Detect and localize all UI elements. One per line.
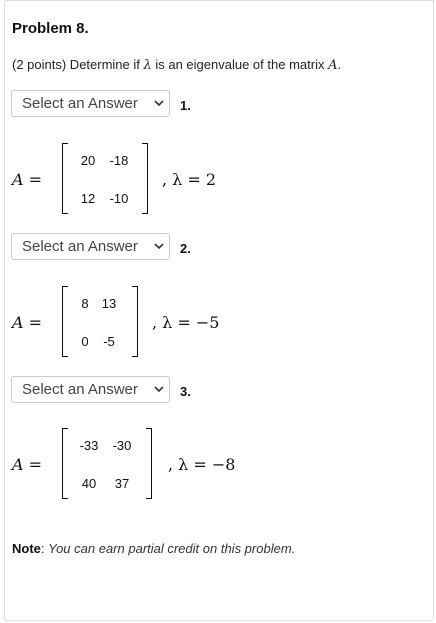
intro-lambda: λ (143, 58, 152, 73)
part-number-3: 3. (180, 384, 191, 399)
right-bracket (142, 143, 148, 214)
right-bracket (132, 286, 138, 357)
chevron-down-icon (154, 243, 164, 250)
matrix-1-cell-r2c2: -10 (109, 191, 129, 206)
matrix-1-cell-r2c1: 12 (80, 191, 96, 206)
answer-select-2[interactable]: Select an Answer (11, 233, 170, 260)
matrix-3-cell-r1c1: -33 (79, 438, 99, 453)
matrix-1: 20 -18 12 -10 (62, 143, 148, 214)
eigenvalue-3: , λ = −8 (168, 455, 236, 474)
matrix-2: 8 13 0 -5 (62, 286, 138, 357)
matrix-3-cell-r1c2: -30 (112, 438, 132, 453)
matrix-2-cell-r2c2: -5 (103, 334, 115, 349)
matrix-label-1: A = (12, 170, 43, 189)
answer-select-2-value: Select an Answer (22, 238, 138, 255)
note-text: You can earn partial credit on this prob… (48, 541, 296, 556)
partial-credit-note: Note: You can earn partial credit on thi… (12, 541, 295, 556)
eigenvalue-1: , λ = 2 (162, 170, 217, 189)
part-number-2: 2. (180, 241, 191, 256)
chevron-down-icon (154, 386, 164, 393)
problem-instructions: (2 points) Determine if λ is an eigenval… (12, 57, 341, 73)
intro-end: . (337, 57, 342, 72)
matrix-2-cell-r1c1: 8 (81, 296, 89, 311)
right-bracket (146, 428, 152, 499)
problem-title: Problem 8. (12, 20, 89, 37)
answer-select-3[interactable]: Select an Answer (11, 376, 170, 403)
left-bracket (62, 286, 68, 357)
left-bracket (62, 143, 68, 214)
note-label: Note (12, 541, 41, 556)
part-number-1: 1. (180, 98, 191, 113)
intro-middle: is an eigenvalue of the matrix (151, 57, 329, 72)
matrix-2-cell-r2c1: 0 (81, 334, 89, 349)
answer-select-3-value: Select an Answer (22, 381, 138, 398)
intro-prefix: (2 points) Determine if (12, 57, 144, 72)
matrix-3-cell-r2c2: 37 (114, 476, 130, 491)
matrix-3: -33 -30 40 37 (62, 428, 152, 499)
matrix-1-cell-r1c2: -18 (109, 153, 129, 168)
matrix-3-cell-r2c1: 40 (81, 476, 97, 491)
matrix-1-cell-r1c1: 20 (80, 153, 96, 168)
matrix-2-cell-r1c2: 13 (101, 296, 117, 311)
matrix-label-2: A = (12, 313, 43, 332)
eigenvalue-2: , λ = −5 (152, 313, 220, 332)
chevron-down-icon (154, 100, 164, 107)
answer-select-1[interactable]: Select an Answer (11, 90, 170, 117)
matrix-label-3: A = (12, 455, 43, 474)
left-bracket (62, 428, 68, 499)
answer-select-1-value: Select an Answer (22, 95, 138, 112)
